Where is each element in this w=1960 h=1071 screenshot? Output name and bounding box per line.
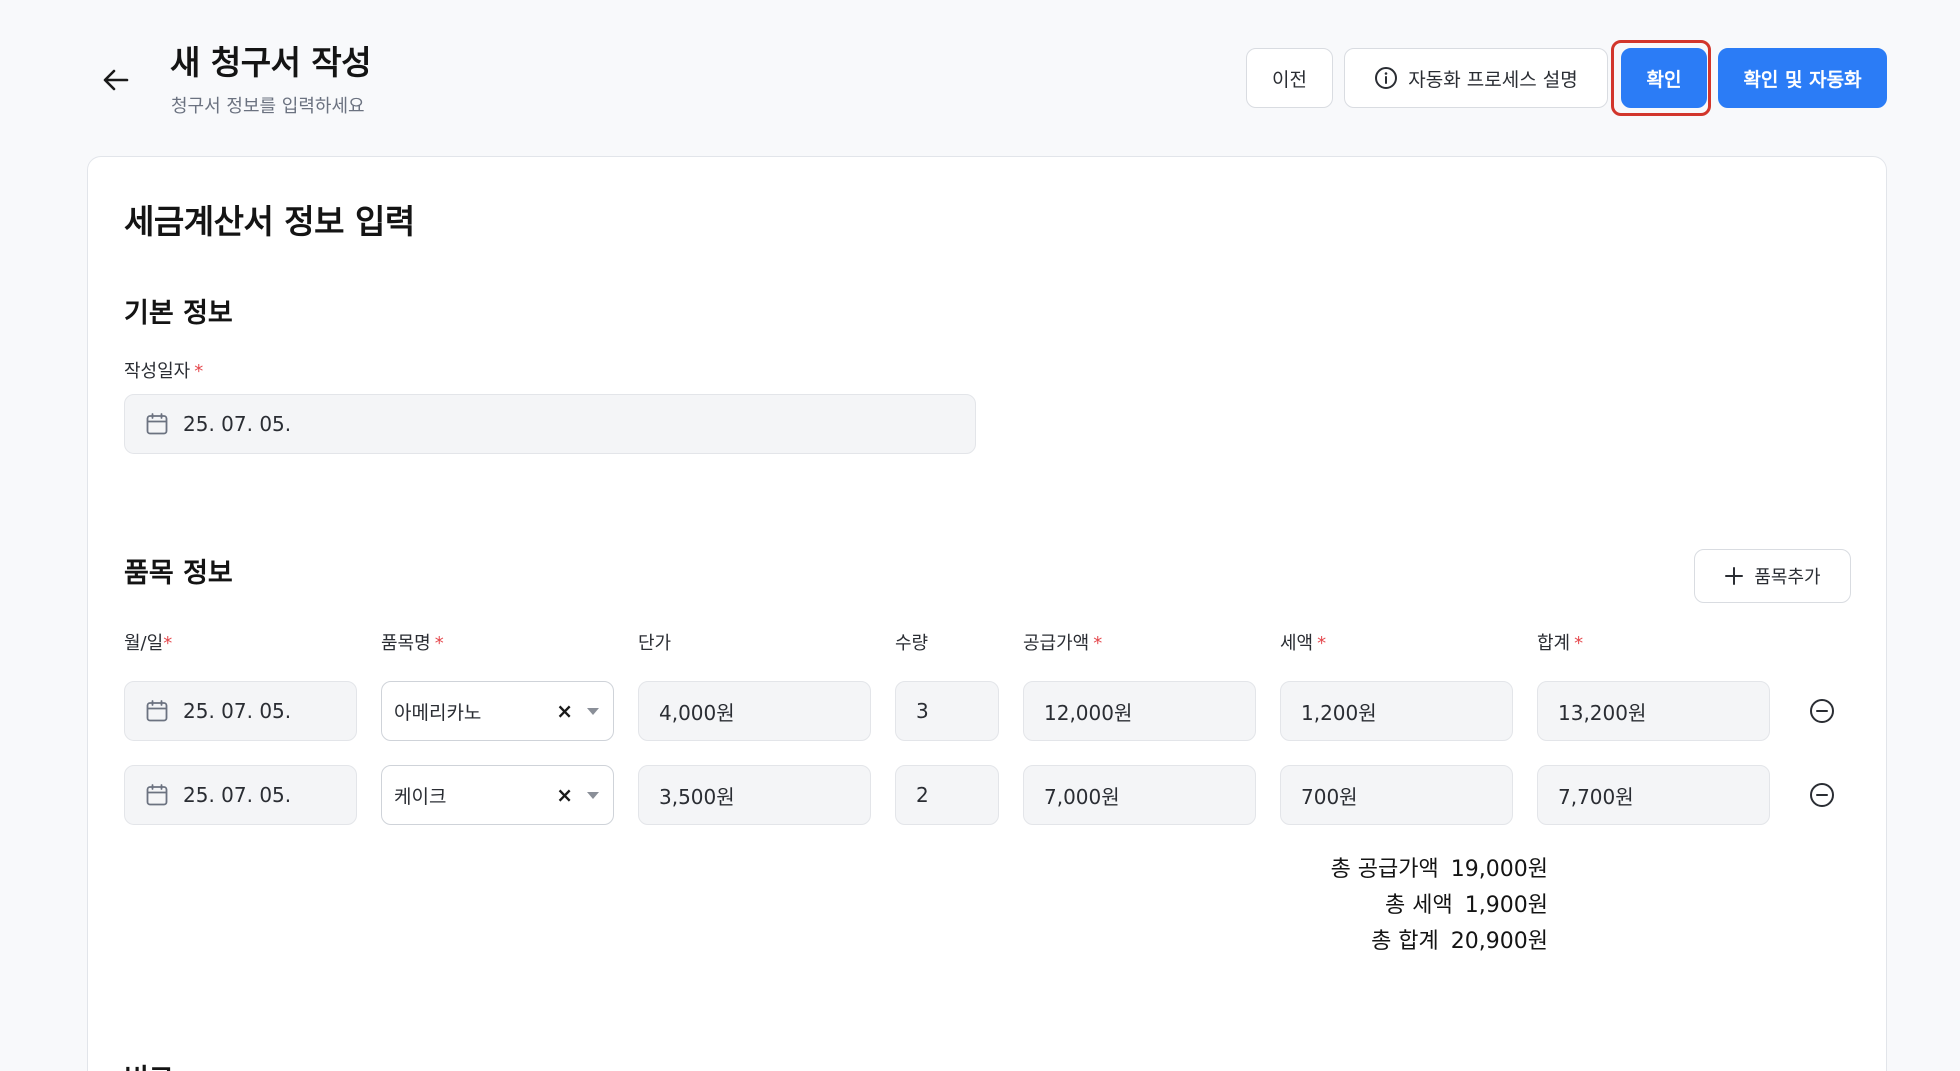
page-title: 새 청구서 작성 bbox=[170, 43, 372, 82]
automation-explain-label: 자동화 프로세스 설명 bbox=[1408, 68, 1578, 91]
row-tax-input[interactable]: 1,200원 bbox=[1280, 681, 1513, 741]
remove-row-button[interactable] bbox=[1807, 780, 1837, 810]
col-header-tax-text: 세액 bbox=[1280, 633, 1314, 654]
row-supply-value: 12,000원 bbox=[1044, 700, 1133, 725]
row-unit-price-input[interactable]: 3,500원 bbox=[638, 765, 871, 825]
required-mark: * bbox=[194, 361, 204, 382]
row-supply-input[interactable]: 12,000원 bbox=[1023, 681, 1256, 741]
col-header-supply-text: 공급가액 bbox=[1023, 633, 1090, 654]
row-unit-price-value: 4,000원 bbox=[659, 700, 735, 725]
total-supply-row: 총 공급가액 19,000원 bbox=[1148, 851, 1548, 883]
row-unit-price-value: 3,500원 bbox=[659, 784, 735, 809]
required-mark: * bbox=[1317, 633, 1327, 654]
row-total-input[interactable]: 13,200원 bbox=[1537, 681, 1770, 741]
row-item-name-value: 케이크 bbox=[394, 785, 447, 808]
col-header-total: 합계 * bbox=[1537, 629, 1583, 655]
page-subtitle: 청구서 정보를 입력하세요 bbox=[171, 96, 365, 117]
confirm-button-label: 확인 bbox=[1646, 68, 1682, 91]
back-arrow-icon bbox=[103, 69, 129, 91]
row-qty-input[interactable]: 2 bbox=[895, 765, 999, 825]
confirm-and-automate-label: 확인 및 자동화 bbox=[1743, 68, 1862, 91]
row-qty-value: 2 bbox=[916, 783, 929, 807]
row-date-input[interactable]: 25. 07. 05. bbox=[124, 765, 357, 825]
clear-selection-icon[interactable]: × bbox=[556, 699, 573, 723]
row-tax-input[interactable]: 700원 bbox=[1280, 765, 1513, 825]
calendar-icon bbox=[145, 783, 169, 807]
chevron-down-icon[interactable] bbox=[587, 791, 599, 799]
total-supply-value: 19,000원 bbox=[1450, 857, 1548, 882]
total-tax-value: 1,900원 bbox=[1464, 893, 1548, 918]
form-title: 세금계산서 정보 입력 bbox=[124, 202, 415, 241]
row-total-value: 7,700원 bbox=[1558, 784, 1634, 809]
issue-date-label: 작성일자 * bbox=[124, 357, 203, 383]
grand-total-row: 총 합계 20,900원 bbox=[1148, 923, 1548, 955]
row-item-name-select[interactable]: 아메리카노 × bbox=[381, 681, 614, 741]
row-date-value: 25. 07. 05. bbox=[183, 783, 292, 807]
info-icon bbox=[1375, 67, 1398, 89]
required-mark: * bbox=[163, 633, 173, 654]
issue-date-label-text: 작성일자 bbox=[124, 361, 191, 382]
calendar-icon bbox=[145, 699, 169, 723]
required-mark: * bbox=[1574, 633, 1584, 654]
add-item-button[interactable]: 품목추가 bbox=[1694, 549, 1851, 603]
col-header-name-text: 품목명 bbox=[381, 633, 431, 654]
row-date-value: 25. 07. 05. bbox=[183, 699, 292, 723]
add-item-label: 품목추가 bbox=[1754, 567, 1821, 588]
clear-selection-icon[interactable]: × bbox=[556, 783, 573, 807]
total-tax-row: 총 세액 1,900원 bbox=[1148, 887, 1548, 919]
minus-circle-icon bbox=[1810, 783, 1834, 807]
back-button[interactable] bbox=[96, 60, 136, 100]
remove-row-button[interactable] bbox=[1807, 696, 1837, 726]
plus-icon bbox=[1725, 567, 1744, 585]
issue-date-value: 25. 07. 05. bbox=[183, 412, 292, 436]
confirm-and-automate-button[interactable]: 확인 및 자동화 bbox=[1718, 48, 1887, 108]
col-header-date-text: 월/일 bbox=[124, 633, 164, 654]
row-unit-price-input[interactable]: 4,000원 bbox=[638, 681, 871, 741]
grand-total-label: 총 합계 bbox=[1371, 929, 1439, 954]
prev-button[interactable]: 이전 bbox=[1246, 48, 1333, 108]
required-mark: * bbox=[1093, 633, 1103, 654]
issue-date-input[interactable]: 25. 07. 05. bbox=[124, 394, 976, 454]
row-item-name-value: 아메리카노 bbox=[394, 701, 482, 724]
col-header-qty: 수량 bbox=[895, 633, 929, 654]
col-header-date: 월/일* bbox=[124, 629, 172, 655]
col-header-tax: 세액 * bbox=[1280, 629, 1326, 655]
col-header-unit-price: 단가 bbox=[638, 633, 672, 654]
chevron-down-icon[interactable] bbox=[587, 707, 599, 715]
basic-info-title: 기본 정보 bbox=[124, 298, 233, 329]
automation-explain-button[interactable]: 자동화 프로세스 설명 bbox=[1344, 48, 1608, 108]
row-total-input[interactable]: 7,700원 bbox=[1537, 765, 1770, 825]
total-supply-label: 총 공급가액 bbox=[1330, 857, 1439, 882]
invoice-form-card: 세금계산서 정보 입력 기본 정보 작성일자 * 25. 07. 05. 품목 정… bbox=[87, 156, 1887, 1071]
total-tax-label: 총 세액 bbox=[1385, 893, 1453, 918]
col-header-supply: 공급가액 * bbox=[1023, 629, 1102, 655]
calendar-icon bbox=[145, 412, 169, 436]
row-total-value: 13,200원 bbox=[1558, 700, 1647, 725]
row-qty-value: 3 bbox=[916, 699, 929, 723]
row-date-input[interactable]: 25. 07. 05. bbox=[124, 681, 357, 741]
remarks-title: 비고 bbox=[124, 1057, 174, 1071]
col-header-name: 품목명 * bbox=[381, 629, 444, 655]
row-supply-input[interactable]: 7,000원 bbox=[1023, 765, 1256, 825]
row-tax-value: 1,200원 bbox=[1301, 700, 1377, 725]
row-supply-value: 7,000원 bbox=[1044, 784, 1120, 809]
col-header-total-text: 합계 bbox=[1537, 633, 1571, 654]
row-qty-input[interactable]: 3 bbox=[895, 681, 999, 741]
prev-button-label: 이전 bbox=[1272, 68, 1307, 91]
row-item-name-select[interactable]: 케이크 × bbox=[381, 765, 614, 825]
grand-total-value: 20,900원 bbox=[1450, 929, 1548, 954]
required-mark: * bbox=[434, 633, 444, 654]
row-tax-value: 700원 bbox=[1301, 784, 1358, 809]
minus-circle-icon bbox=[1810, 699, 1834, 723]
confirm-button[interactable]: 확인 bbox=[1621, 48, 1707, 108]
items-info-title: 품목 정보 bbox=[124, 558, 233, 589]
